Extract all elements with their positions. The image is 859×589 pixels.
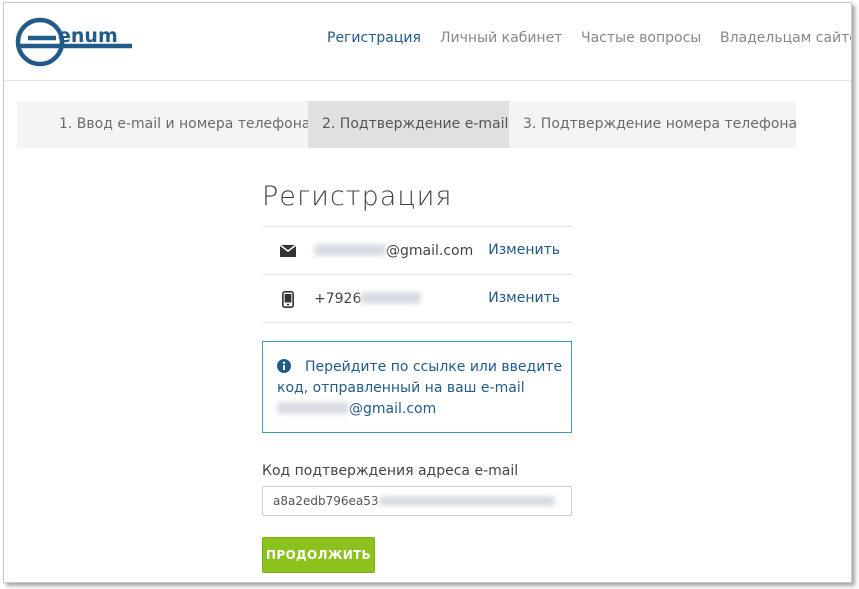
step-1: 1. Ввод e-mail и номера телефона [59,116,311,132]
nav-registration[interactable]: Регистрация [327,30,421,46]
phone-row: +7926 Изменить [262,274,572,322]
phone-value: +7926 [314,291,422,307]
site-header: enum Регистрация Личный кабинет Частые в… [4,3,851,81]
email-domain: @gmail.com [386,243,474,259]
browser-page: enum Регистрация Личный кабинет Частые в… [3,2,852,583]
row-divider [262,322,572,323]
phone-redacted [361,292,422,304]
email-redacted [314,244,386,256]
email-row: @gmail.com Изменить [262,226,572,274]
info-email-redacted [277,402,349,414]
page-title: Регистрация [262,181,453,212]
info-text: Перейдите по ссылке или введите код, отп… [277,359,563,396]
nav-site-owners[interactable]: Владельцам сайтов [720,30,851,46]
continue-button[interactable]: ПРОДОЛЖИТЬ [262,537,375,573]
nav-faq[interactable]: Частые вопросы [581,30,701,46]
info-message: Перейдите по ссылке или введите код, отп… [277,357,567,420]
step-3: 3. Подтверждение номера телефона [523,116,798,132]
phone-prefix: +7926 [314,291,362,307]
email-value: @gmail.com [314,243,473,259]
change-phone-link[interactable]: Изменить [488,290,560,306]
envelope-icon [278,241,298,261]
info-email-domain: @gmail.com [349,401,437,417]
confirmation-code-input[interactable]: a8a2edb796ea53 [262,486,572,516]
registration-steps: 1. Ввод e-mail и номера телефона 2. Подт… [17,101,797,148]
info-alert: Перейдите по ссылке или введите код, отп… [262,341,572,433]
top-nav: Регистрация Личный кабинет Частые вопрос… [4,30,851,50]
mobile-phone-icon [278,289,298,309]
change-email-link[interactable]: Изменить [488,242,560,258]
code-visible-part: a8a2edb796ea53 [273,494,379,508]
step-2-active: 2. Подтверждение e-mail [308,101,509,148]
code-field-label: Код подтверждения адреса e-mail [262,463,519,479]
nav-personal-account[interactable]: Личный кабинет [440,30,562,46]
code-redacted [378,496,555,506]
